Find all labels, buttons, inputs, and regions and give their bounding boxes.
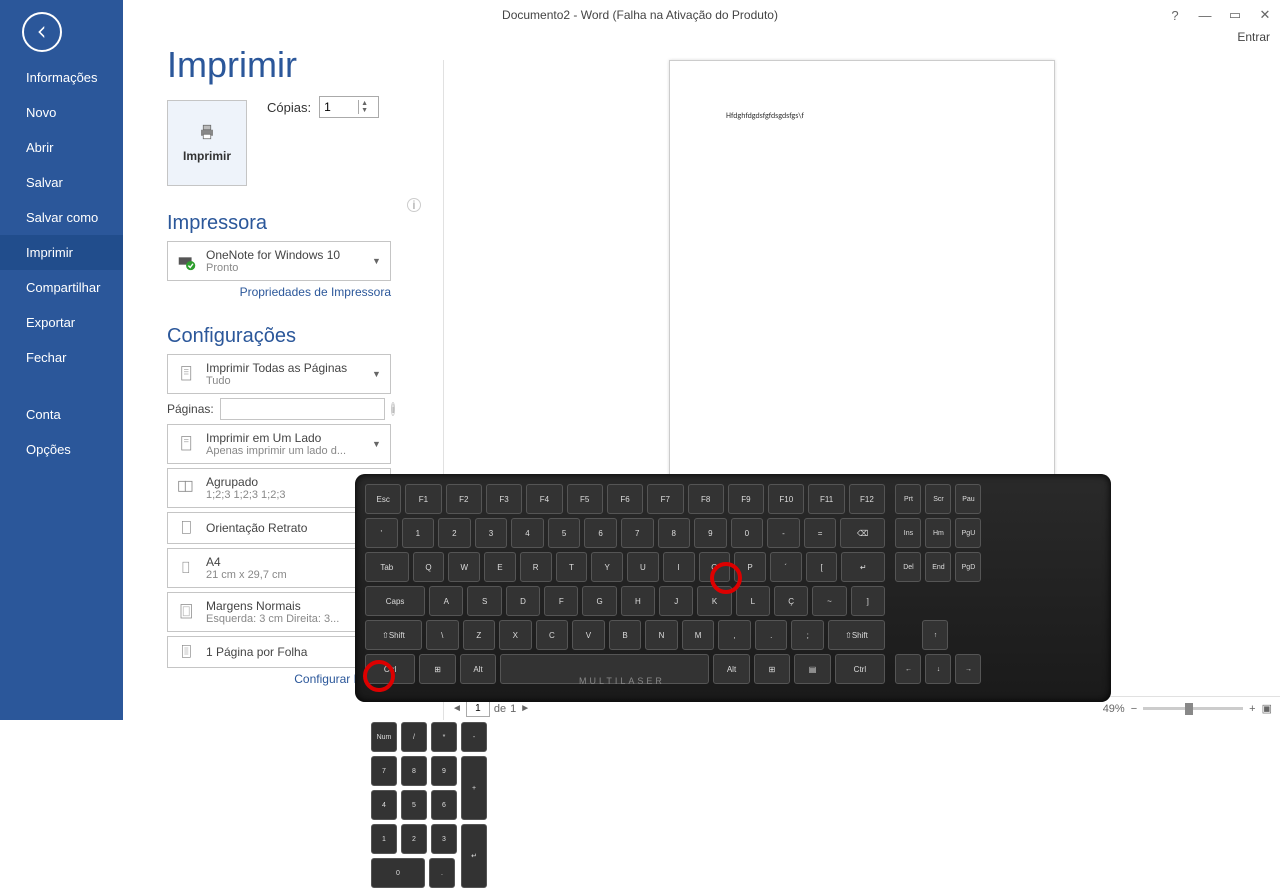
pages-per-sheet-icon — [168, 637, 206, 667]
restore-icon[interactable]: ▭ — [1220, 0, 1250, 30]
printer-section-title: Impressora — [167, 212, 421, 235]
title-bar: Documento2 - Word (Falha na Ativação do … — [0, 0, 1280, 30]
sidebar-item-imprimir[interactable]: Imprimir — [0, 235, 123, 270]
printer-status-icon — [168, 242, 206, 280]
document-icon — [168, 355, 206, 393]
print-scope-dropdown[interactable]: Imprimir Todas as PáginasTudo ▼ — [167, 354, 391, 394]
chevron-down-icon: ▼ — [372, 439, 390, 449]
zoom-out-button[interactable]: − — [1131, 703, 1137, 715]
sidebar-item-salvar-como[interactable]: Salvar como — [0, 200, 123, 235]
collate-icon — [168, 469, 206, 507]
sidebar-item-fechar[interactable]: Fechar — [0, 340, 123, 375]
info-icon[interactable]: i — [407, 198, 421, 212]
printer-name: OneNote for Windows 10 — [206, 248, 372, 262]
margins-icon — [168, 593, 206, 631]
copies-spinner[interactable]: ▲▼ — [319, 96, 379, 118]
printer-properties-link[interactable]: Propriedades de Impressora — [167, 285, 391, 299]
keyboard-brand: MULTILASER — [579, 676, 665, 686]
help-icon[interactable]: ? — [1160, 0, 1190, 30]
document-content-text: Hfdghfdgdsfgfdsgdsfgs\f — [726, 111, 804, 121]
fit-page-button[interactable]: ▣ — [1262, 702, 1272, 715]
copies-label: Cópias: — [267, 100, 311, 115]
spinner-arrows[interactable]: ▲▼ — [358, 100, 370, 114]
copies-input[interactable] — [320, 100, 358, 114]
sidebar-item-salvar[interactable]: Salvar — [0, 165, 123, 200]
page-total: 1 — [510, 703, 516, 715]
highlight-p-key — [710, 562, 742, 594]
zoom-in-button[interactable]: + — [1249, 703, 1255, 715]
info-icon[interactable]: i — [391, 402, 396, 416]
chevron-down-icon: ▼ — [372, 369, 390, 379]
orientation-icon — [168, 513, 206, 543]
pages-row: Páginas: i — [167, 398, 391, 420]
sidebar-item-conta[interactable]: Conta — [0, 397, 123, 432]
settings-section-title: Configurações — [167, 325, 421, 348]
close-icon[interactable]: ✕ — [1250, 0, 1280, 30]
sidebar-item-abrir[interactable]: Abrir — [0, 130, 123, 165]
print-button[interactable]: Imprimir — [167, 100, 247, 186]
printer-dropdown[interactable]: OneNote for Windows 10 Pronto ▼ — [167, 241, 391, 281]
next-page-button[interactable]: ► — [520, 703, 530, 714]
sidebar-item-opções[interactable]: Opções — [0, 432, 123, 467]
highlight-ctrl-key — [363, 660, 395, 692]
sidebar-item-exportar[interactable]: Exportar — [0, 305, 123, 340]
printer-status: Pronto — [206, 262, 372, 274]
print-sides-dropdown[interactable]: Imprimir em Um LadoApenas imprimir um la… — [167, 424, 391, 464]
keyboard-image-overlay: EscF1F2F3F4F5F6F7F8F9F10F11F12 '12345678… — [355, 474, 1111, 702]
zoom-slider[interactable] — [1143, 707, 1243, 710]
zoom-controls: 49% − + ▣ — [1103, 702, 1272, 715]
sidebar-item-informações[interactable]: Informações — [0, 60, 123, 95]
page-heading: Imprimir — [167, 44, 421, 86]
print-button-label: Imprimir — [183, 149, 231, 163]
sidebar-item-novo[interactable]: Novo — [0, 95, 123, 130]
pages-input[interactable] — [220, 398, 385, 420]
copies-row: Cópias: ▲▼ — [267, 96, 379, 118]
zoom-value: 49% — [1103, 703, 1125, 715]
page-sep: de — [494, 703, 506, 715]
window-title: Documento2 - Word (Falha na Ativação do … — [502, 8, 778, 22]
chevron-down-icon: ▼ — [372, 256, 390, 266]
minimize-icon[interactable]: — — [1190, 0, 1220, 30]
page-side-icon — [168, 425, 206, 463]
window-controls: ? — ▭ ✕ — [1160, 0, 1280, 30]
sidebar-item-compartilhar[interactable]: Compartilhar — [0, 270, 123, 305]
page-size-icon — [168, 549, 206, 587]
back-button[interactable] — [22, 12, 62, 52]
backstage-sidebar: InformaçõesNovoAbrirSalvarSalvar comoImp… — [0, 0, 123, 720]
pages-label: Páginas: — [167, 402, 214, 416]
printer-icon — [198, 123, 216, 141]
